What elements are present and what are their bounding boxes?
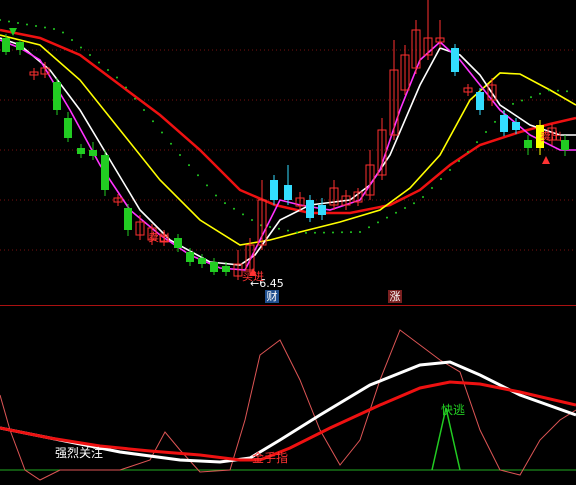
stock-chart-window: ←6.45 卖出 买进 卖出 财 涨 强烈关注 金手指 快逃 [0, 0, 576, 485]
quick-exit-spike [431, 407, 461, 471]
golden-finger-label: 金手指 [252, 451, 289, 465]
focus-signal-label: 强烈关注 [55, 446, 104, 460]
indicator-panel[interactable] [0, 0, 576, 485]
quick-exit-label: 快逃 [441, 403, 466, 417]
